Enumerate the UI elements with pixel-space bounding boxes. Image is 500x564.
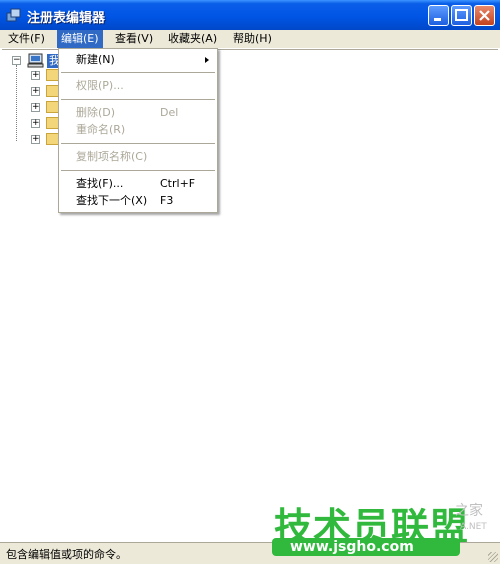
minimize-icon xyxy=(434,18,441,21)
menu-item-copy-key-name[interactable]: 复制项名称(C) xyxy=(59,148,217,166)
menu-item-label: 权限(P)... xyxy=(76,79,124,92)
menu-item-delete[interactable]: 删除(D) Del xyxy=(59,104,217,122)
minimize-button[interactable] xyxy=(428,5,449,26)
menu-view[interactable]: 查看(V) xyxy=(111,30,157,48)
expand-icon[interactable]: + xyxy=(31,103,40,112)
menu-item-label: 查找下一个(X) xyxy=(76,194,148,207)
menu-item-shortcut: Ctrl+F xyxy=(160,177,196,190)
watermark-side-text-2: A.NET xyxy=(460,522,487,532)
menu-separator xyxy=(61,143,215,144)
window-title: 注册表编辑器 xyxy=(27,11,106,26)
menu-item-shortcut: F3 xyxy=(160,194,174,207)
menu-item-find-next[interactable]: 查找下一个(X) F3 xyxy=(59,192,217,210)
menu-item-label: 复制项名称(C) xyxy=(76,150,148,163)
watermark-url: www.jsgho.com xyxy=(290,539,414,555)
menu-bar: 文件(F) 编辑(E) 查看(V) 收藏夹(A) 帮助(H) xyxy=(0,30,500,48)
menu-separator xyxy=(61,99,215,100)
close-button[interactable] xyxy=(474,5,495,26)
maximize-button[interactable] xyxy=(451,5,472,26)
menu-separator xyxy=(61,170,215,171)
status-text: 包含编辑值或项的命令。 xyxy=(6,548,127,561)
menu-item-label: 新建(N) xyxy=(76,53,115,66)
expand-icon[interactable]: + xyxy=(31,87,40,96)
close-icon xyxy=(479,10,490,21)
menu-edit[interactable]: 编辑(E) xyxy=(57,30,103,48)
menu-help[interactable]: 帮助(H) xyxy=(229,30,276,48)
resize-grip-icon[interactable] xyxy=(488,552,498,562)
menu-item-label: 查找(F)... xyxy=(76,177,124,190)
menu-item-label: 重命名(R) xyxy=(76,123,126,136)
maximize-icon xyxy=(455,9,468,21)
menu-item-shortcut: Del xyxy=(160,106,179,119)
expand-icon[interactable]: + xyxy=(31,135,40,144)
registry-editor-icon xyxy=(6,8,21,22)
watermark-side-text: 之家 xyxy=(455,503,483,519)
expand-icon[interactable]: + xyxy=(31,71,40,80)
computer-icon xyxy=(27,53,44,68)
collapse-root-icon[interactable]: − xyxy=(12,56,21,65)
menu-file[interactable]: 文件(F) xyxy=(4,30,49,48)
menu-item-find[interactable]: 查找(F)... Ctrl+F xyxy=(59,175,217,193)
title-bar[interactable]: 注册表编辑器 xyxy=(0,0,500,30)
expand-icon[interactable]: + xyxy=(31,119,40,128)
menu-item-permissions[interactable]: 权限(P)... xyxy=(59,77,217,95)
edit-menu-dropdown: 新建(N) 权限(P)... 删除(D) Del 重命名(R) 复制项名称(C)… xyxy=(58,48,218,213)
menu-item-new[interactable]: 新建(N) xyxy=(59,51,217,69)
tree-connector xyxy=(16,65,17,141)
menu-item-label: 删除(D) xyxy=(76,106,116,119)
submenu-arrow-icon xyxy=(205,57,209,63)
menu-separator xyxy=(61,72,215,73)
menu-item-rename[interactable]: 重命名(R) xyxy=(59,121,217,139)
menu-favorites[interactable]: 收藏夹(A) xyxy=(164,30,221,48)
